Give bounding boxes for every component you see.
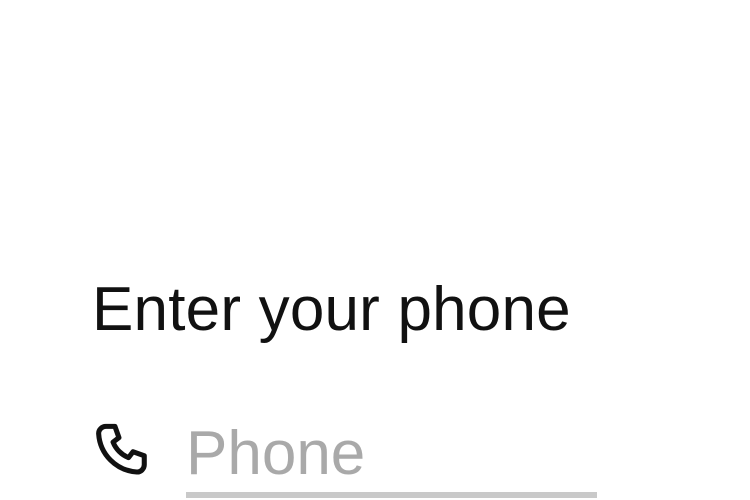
page-title: Enter your phone: [92, 275, 571, 344]
phone-field-row: [92, 418, 612, 500]
phone-input[interactable]: [186, 418, 597, 490]
phone-icon: [92, 420, 156, 484]
phone-input-underline: [186, 492, 597, 498]
phone-entry-screen: Enter your phone: [0, 0, 750, 500]
